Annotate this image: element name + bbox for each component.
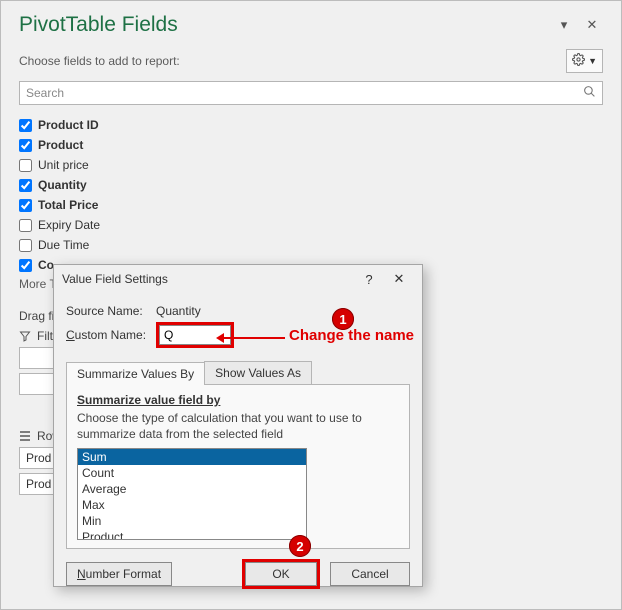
field-item[interactable]: Product ID	[19, 115, 603, 135]
search-placeholder: Search	[26, 86, 583, 100]
summarize-heading: Summarize value field by	[77, 393, 399, 407]
field-checkbox[interactable]	[19, 199, 32, 212]
field-item[interactable]: Unit price	[19, 155, 603, 175]
ok-highlight: OK	[242, 559, 320, 589]
annotation-text: Change the name	[289, 327, 414, 344]
ok-button[interactable]: OK	[245, 562, 317, 586]
filter-icon	[19, 330, 31, 342]
field-item[interactable]: Due Time	[19, 235, 603, 255]
tab-panel-summarize: Summarize value field by Choose the type…	[66, 385, 410, 549]
help-button[interactable]: ?	[354, 269, 384, 289]
dropdown-icon[interactable]: ▾	[553, 14, 575, 36]
subtitle-row: Choose fields to add to report: ▼	[1, 43, 621, 81]
tabs-row: Summarize Values By Show Values As	[66, 361, 410, 385]
field-checkbox[interactable]	[19, 159, 32, 172]
field-item[interactable]: Total Price	[19, 195, 603, 215]
calculation-option[interactable]: Min	[78, 513, 306, 529]
calculation-option[interactable]: Sum	[78, 449, 306, 465]
dialog-title: Value Field Settings	[62, 272, 354, 286]
gear-icon	[572, 53, 585, 69]
calculation-option[interactable]: Count	[78, 465, 306, 481]
field-list-options-button[interactable]: ▼	[566, 49, 603, 73]
source-name-value: Quantity	[156, 304, 201, 318]
cancel-button[interactable]: Cancel	[330, 562, 410, 586]
field-item[interactable]: Product	[19, 135, 603, 155]
dialog-titlebar: Value Field Settings ? ✕	[54, 265, 422, 293]
value-field-settings-dialog: Value Field Settings ? ✕ Source Name: Qu…	[53, 264, 423, 587]
field-label: Expiry Date	[38, 218, 100, 232]
search-icon	[583, 85, 596, 101]
panel-header: PivotTable Fields ▾ ✕	[1, 1, 621, 43]
annotation-marker-2: 2	[289, 535, 311, 557]
field-label: Unit price	[38, 158, 89, 172]
field-label: Quantity	[38, 178, 87, 192]
field-label: Co	[38, 258, 54, 272]
field-checkbox[interactable]	[19, 239, 32, 252]
custom-name-label: Custom Name:	[66, 328, 156, 342]
close-icon[interactable]: ✕	[581, 14, 603, 36]
field-label: Due Time	[38, 238, 89, 252]
dialog-buttons: Number Format OK Cancel	[54, 549, 422, 599]
panel-title: PivotTable Fields	[19, 13, 547, 37]
source-name-label: Source Name:	[66, 304, 156, 318]
calculation-listbox[interactable]: SumCountAverageMaxMinProduct	[77, 448, 307, 540]
annotation-arrow	[219, 337, 285, 339]
close-button[interactable]: ✕	[384, 269, 414, 289]
number-format-button[interactable]: Number Format	[66, 562, 172, 586]
summarize-description: Choose the type of calculation that you …	[77, 411, 399, 442]
rows-item-label: Prod	[26, 451, 51, 465]
chevron-down-icon: ▼	[588, 56, 597, 66]
field-checkbox[interactable]	[19, 119, 32, 132]
field-list: Product ID Product Unit price Quantity Total…	[1, 115, 621, 275]
search-input[interactable]: Search	[19, 81, 603, 105]
subtitle-text: Choose fields to add to report:	[19, 54, 566, 68]
calculation-option[interactable]: Average	[78, 481, 306, 497]
annotation-marker-1: 1	[332, 308, 354, 330]
calculation-option[interactable]: Max	[78, 497, 306, 513]
field-label: Total Price	[38, 198, 98, 212]
field-checkbox[interactable]	[19, 139, 32, 152]
rows-item-label: Prod	[26, 477, 51, 491]
field-item[interactable]: Expiry Date	[19, 215, 603, 235]
source-name-row: Source Name: Quantity	[66, 299, 410, 323]
field-label: Product	[38, 138, 83, 152]
search-wrap: Search	[1, 81, 621, 115]
field-checkbox[interactable]	[19, 259, 32, 272]
field-label: Product ID	[38, 118, 99, 132]
tab-show-values-as[interactable]: Show Values As	[204, 361, 312, 384]
field-checkbox[interactable]	[19, 219, 32, 232]
field-checkbox[interactable]	[19, 179, 32, 192]
rows-icon	[19, 430, 31, 442]
field-item[interactable]: Quantity	[19, 175, 603, 195]
tab-summarize-values-by[interactable]: Summarize Values By	[66, 362, 205, 385]
pivot-fields-panel: PivotTable Fields ▾ ✕ Choose fields to a…	[0, 0, 622, 610]
calculation-option[interactable]: Product	[78, 529, 306, 540]
